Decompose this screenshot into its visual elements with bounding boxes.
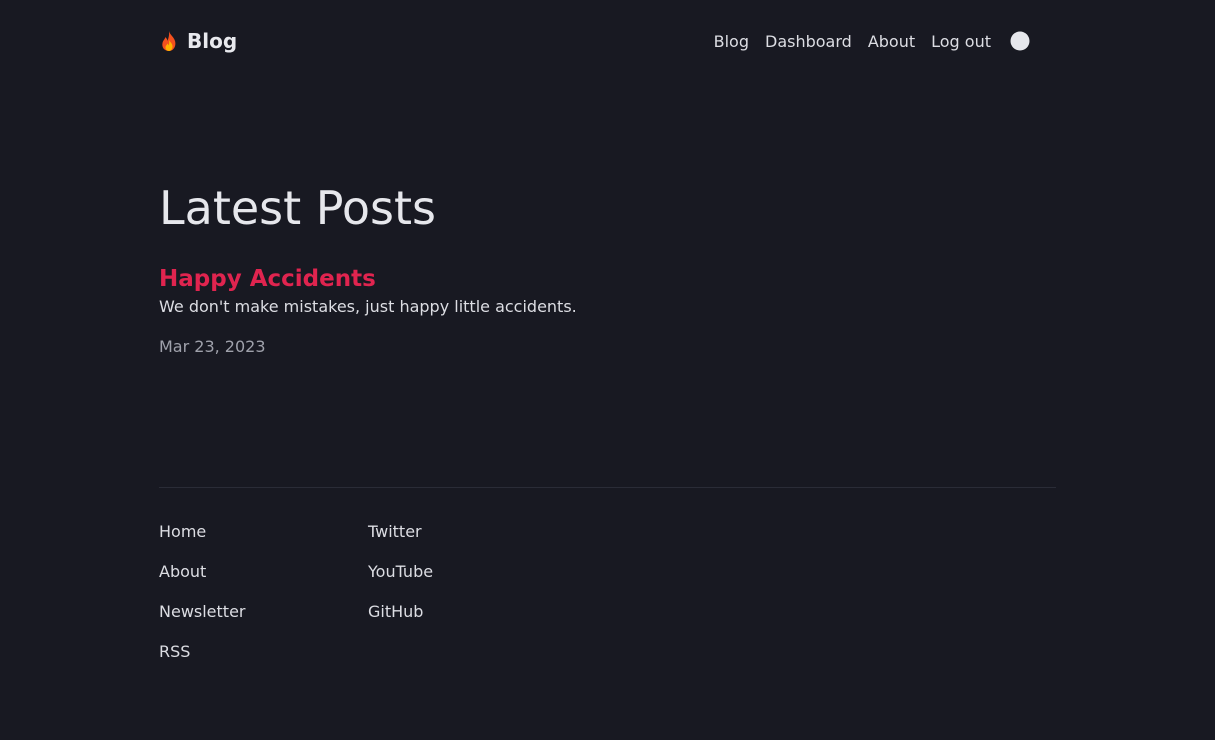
post-title-link[interactable]: Happy Accidents: [159, 263, 577, 295]
nav-about[interactable]: About: [868, 32, 915, 51]
footer-link-youtube[interactable]: YouTube: [368, 560, 433, 584]
nav-logout[interactable]: Log out: [931, 32, 991, 51]
footer-link-twitter[interactable]: Twitter: [368, 520, 433, 544]
site-header: Blog Blog Dashboard About Log out: [159, 22, 1056, 60]
theme-toggle-button[interactable]: [1010, 31, 1030, 51]
page-title: Latest Posts: [159, 181, 436, 235]
fire-icon: [162, 31, 176, 51]
footer-link-about[interactable]: About: [159, 560, 246, 584]
footer-links-site: Home About Newsletter RSS: [159, 520, 246, 680]
main-nav: Blog Dashboard About Log out: [698, 31, 1030, 51]
footer-link-rss[interactable]: RSS: [159, 640, 246, 664]
footer-link-newsletter[interactable]: Newsletter: [159, 600, 246, 624]
nav-dashboard[interactable]: Dashboard: [765, 32, 852, 51]
footer-link-home[interactable]: Home: [159, 520, 246, 544]
page: Blog Blog Dashboard About Log out Latest…: [159, 0, 1056, 740]
footer-divider: [159, 487, 1056, 488]
footer-links-social: Twitter YouTube GitHub: [368, 520, 433, 640]
moon-icon: [1010, 31, 1030, 51]
brand-label: Blog: [187, 29, 238, 53]
post-excerpt: We don't make mistakes, just happy littl…: [159, 297, 577, 316]
footer-link-github[interactable]: GitHub: [368, 600, 433, 624]
post-date: Mar 23, 2023: [159, 337, 266, 356]
post-item: Happy Accidents We don't make mistakes, …: [159, 263, 577, 359]
brand-link[interactable]: Blog: [159, 29, 237, 53]
nav-blog[interactable]: Blog: [714, 32, 749, 51]
